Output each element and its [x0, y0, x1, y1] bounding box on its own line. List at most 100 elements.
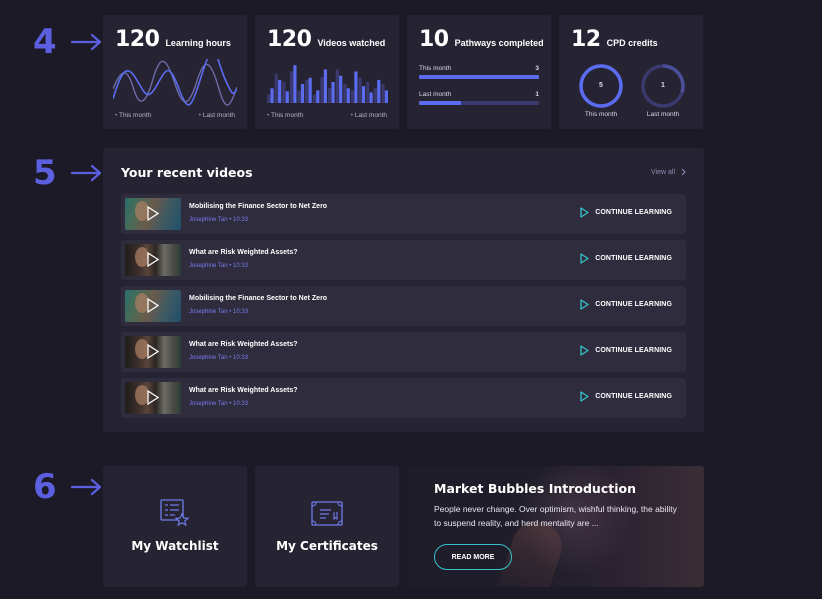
cpd-this-month-label: This month — [584, 111, 618, 118]
read-more-button[interactable]: READ MORE — [434, 544, 512, 570]
continue-learning-button[interactable]: CONTINUE LEARNING — [580, 391, 672, 402]
bar-this-month — [323, 69, 328, 103]
play-icon — [147, 344, 159, 359]
bar-last-month — [320, 76, 324, 103]
continue-learning-button[interactable]: CONTINUE LEARNING — [580, 299, 672, 310]
promo-title: Market Bubbles Introduction — [434, 481, 636, 496]
bar-last-month — [305, 79, 309, 103]
continue-learning-button[interactable]: CONTINUE LEARNING — [580, 207, 672, 218]
progress-fill — [419, 75, 539, 79]
certificates-tile[interactable]: My Certificates — [255, 466, 399, 587]
bar-last-month — [312, 94, 316, 103]
continue-learning-label: CONTINUE LEARNING — [595, 347, 672, 354]
bar-this-month — [369, 92, 373, 103]
last-month-value: 1 — [535, 91, 539, 98]
video-row[interactable]: What are Risk Weighted Assets? Josephine … — [121, 378, 686, 418]
step-marker-4: 4 — [33, 25, 103, 59]
bar-last-month — [358, 77, 362, 103]
bar-this-month — [293, 65, 297, 103]
stat-header: 120 Learning hours — [115, 27, 231, 52]
play-icon — [147, 206, 159, 221]
video-title[interactable]: What are Risk Weighted Assets? — [189, 249, 298, 256]
arrow-right-icon — [70, 478, 101, 496]
continue-learning-button[interactable]: CONTINUE LEARNING — [580, 253, 672, 264]
bar-this-month — [377, 79, 381, 103]
bar-last-month — [373, 88, 377, 103]
video-meta: Josephine Tan • 10:33 — [189, 401, 249, 407]
series-last-month — [113, 60, 237, 106]
play-outline-icon — [580, 391, 589, 402]
bar-this-month — [354, 71, 358, 103]
bar-last-month — [343, 84, 347, 103]
video-title[interactable]: Mobilising the Finance Sector to Net Zer… — [189, 295, 327, 302]
bar-this-month — [285, 91, 289, 103]
continue-learning-label: CONTINUE LEARNING — [595, 209, 672, 216]
play-outline-icon — [580, 253, 589, 264]
bar-last-month — [282, 82, 286, 103]
play-outline-icon — [580, 299, 589, 310]
last-month-row: Last month 1 — [419, 91, 539, 98]
last-month-label: Last month — [419, 91, 452, 98]
stat-label: Learning hours — [165, 38, 231, 48]
stat-label: CPD credits — [606, 38, 658, 48]
arrow-right-icon — [70, 33, 101, 51]
video-row[interactable]: Mobilising the Finance Sector to Net Zer… — [121, 194, 686, 234]
legend-this-month: This month — [267, 112, 303, 119]
step-number: 5 — [33, 153, 57, 193]
video-thumbnail[interactable] — [125, 198, 181, 230]
last-month-progress — [419, 101, 539, 105]
stat-value: 120 — [267, 27, 312, 52]
video-thumbnail[interactable] — [125, 382, 181, 414]
view-all-link[interactable]: View all — [651, 168, 686, 176]
continue-learning-label: CONTINUE LEARNING — [595, 255, 672, 262]
bar-this-month — [339, 75, 343, 103]
chart-legend: This month Last month — [267, 112, 387, 119]
video-thumbnail[interactable] — [125, 244, 181, 276]
stat-value: 120 — [115, 27, 160, 52]
bar-this-month — [384, 90, 389, 103]
bar-last-month — [289, 71, 294, 103]
learning-hours-line-chart — [113, 59, 237, 106]
bar-this-month — [316, 90, 320, 103]
stat-card-cpd-credits: 12 CPD credits 5 This month 1 Last month — [559, 15, 703, 129]
continue-learning-label: CONTINUE LEARNING — [595, 393, 672, 400]
play-icon — [147, 390, 159, 405]
section-title: Your recent videos — [121, 165, 253, 180]
video-row[interactable]: What are Risk Weighted Assets? Josephine … — [121, 240, 686, 280]
certificate-icon — [311, 501, 343, 526]
video-title[interactable]: What are Risk Weighted Assets? — [189, 341, 298, 348]
this-month-progress — [419, 75, 539, 79]
bar-last-month — [267, 94, 271, 103]
stat-header: 120 Videos watched — [267, 27, 385, 52]
this-month-label: This month — [419, 65, 452, 72]
video-thumbnail[interactable] — [125, 336, 181, 368]
bar-this-month — [361, 86, 366, 103]
step-marker-6: 6 — [33, 470, 103, 504]
video-title[interactable]: What are Risk Weighted Assets? — [189, 387, 298, 394]
article-promo-card[interactable]: Market Bubbles Introduction People never… — [407, 466, 704, 587]
video-row[interactable]: What are Risk Weighted Assets? Josephine … — [121, 332, 686, 372]
play-outline-icon — [580, 345, 589, 356]
video-title[interactable]: Mobilising the Finance Sector to Net Zer… — [189, 203, 327, 210]
video-thumbnail[interactable] — [125, 290, 181, 322]
video-meta: Josephine Tan • 10:33 — [189, 309, 249, 315]
legend-this-month: This month — [115, 112, 151, 119]
play-icon — [147, 252, 159, 267]
bar-last-month — [366, 82, 370, 103]
progress-fill — [419, 101, 461, 105]
step-number: 6 — [33, 467, 57, 507]
step-number: 4 — [33, 22, 57, 62]
continue-learning-button[interactable]: CONTINUE LEARNING — [580, 345, 672, 356]
bar-last-month — [328, 88, 332, 103]
watchlist-tile[interactable]: My Watchlist — [103, 466, 247, 587]
view-all-label: View all — [651, 168, 675, 176]
arrow-right-icon — [70, 164, 101, 182]
bar-last-month — [274, 73, 278, 103]
stat-card-pathways: 10 Pathways completed This month 3 Last … — [407, 15, 551, 129]
continue-learning-label: CONTINUE LEARNING — [595, 301, 672, 308]
video-meta: Josephine Tan • 10:33 — [189, 263, 249, 269]
stat-value: 10 — [419, 27, 449, 52]
watchlist-icon — [160, 499, 190, 527]
video-row[interactable]: Mobilising the Finance Sector to Net Zer… — [121, 286, 686, 326]
chart-legend: This month Last month — [115, 112, 235, 119]
